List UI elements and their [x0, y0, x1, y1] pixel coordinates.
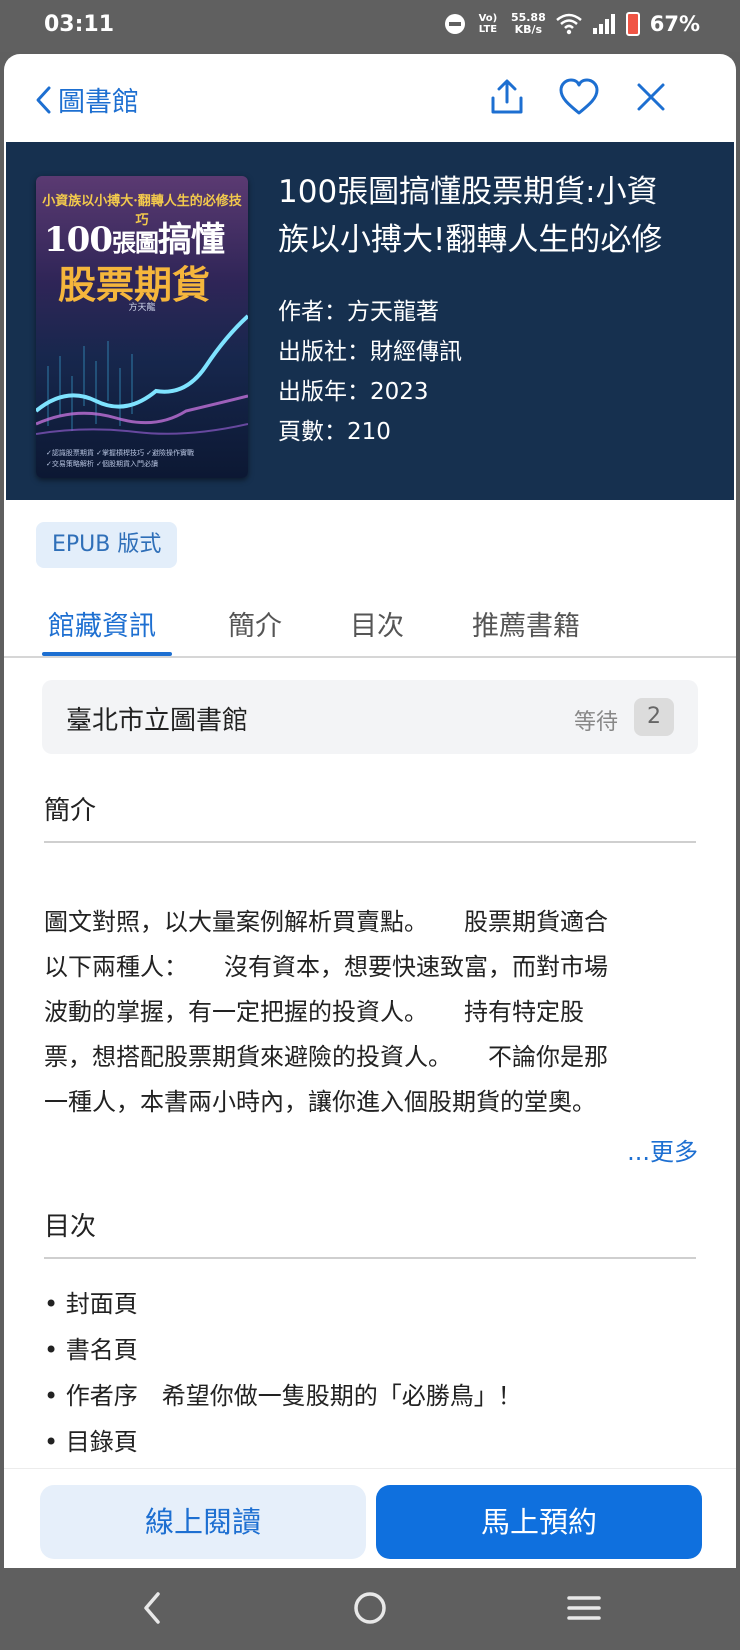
library-name: 臺北市立圖書館 [66, 706, 249, 736]
more-link[interactable]: ...更多 [627, 1132, 698, 1167]
volte-indicator: Vo) LTE [478, 13, 498, 35]
do-not-disturb-icon [444, 14, 465, 34]
toc-item: • 書名頁 [44, 1336, 138, 1364]
bottom-action-bar: 線上閱讀 馬上預約 [4, 1468, 736, 1568]
tab-contents[interactable]: 目次 [350, 604, 404, 643]
cover-footnote-line1: ✓認識股票期貨 ✓掌握槓桿技巧 ✓避險操作實戰 [46, 449, 195, 457]
summary-line: 以下兩種人： 沒有資本，想要快速致富，而對市場 [44, 953, 608, 981]
wait-count-badge: 2 [634, 698, 674, 736]
network-speed: 55.88 KB/s [511, 12, 546, 36]
tab-holdings[interactable]: 館藏資訊 [48, 604, 156, 643]
book-pages: 頁數：210 [278, 419, 391, 445]
battery-icon [625, 12, 640, 36]
system-back-icon[interactable] [140, 1590, 164, 1626]
reserve-button[interactable]: 馬上預約 [376, 1485, 702, 1559]
back-label: 圖書館 [58, 87, 139, 118]
speed-unit: KB/s [514, 23, 543, 36]
system-home-icon[interactable] [352, 1590, 388, 1626]
toc-item: • 目錄頁 [44, 1428, 138, 1456]
top-nav: 圖書館 [4, 54, 736, 140]
status-bar: 03:11 Vo) LTE 55.88 KB/s 67% [0, 0, 740, 52]
book-title-line2: 族以小搏大!翻轉人生的必修 [278, 222, 663, 258]
tab-bar: 館藏資訊 簡介 目次 推薦書籍 [4, 596, 736, 658]
wifi-icon [555, 13, 582, 35]
active-tab-indicator [42, 652, 172, 656]
book-title: 100張圖搞懂股票期貨:小資 族以小搏大!翻轉人生的必修 [278, 168, 718, 264]
tab-summary[interactable]: 簡介 [228, 604, 282, 643]
summary-text: 圖文對照，以大量案例解析買賣點。 股票期貨適合 以下兩種人： 沒有資本，想要快速… [44, 900, 696, 1125]
summary-heading: 簡介 [44, 790, 696, 843]
summary-line: 波動的掌握，有一定把握的投資人。 持有特定股 [44, 998, 584, 1026]
cover-title-small: 張圖 [111, 228, 159, 257]
format-badge: EPUB 版式 [36, 522, 178, 568]
summary-line: 圖文對照，以大量案例解析買賣點。 股票期貨適合 [44, 908, 608, 936]
status-icons: Vo) LTE 55.88 KB/s 67% [444, 12, 700, 36]
heart-icon[interactable] [558, 78, 600, 116]
signal-icon [592, 14, 615, 34]
summary-line: 一種人，本書兩小時內，讓你進入個股期貨的堂奧。 [44, 1088, 596, 1116]
share-icon[interactable] [488, 78, 526, 116]
tab-recommended[interactable]: 推薦書籍 [472, 604, 580, 643]
book-year: 出版年：2023 [278, 379, 429, 405]
close-icon[interactable] [636, 82, 666, 112]
chevron-left-icon [36, 86, 51, 113]
library-holding-row[interactable]: 臺北市立圖書館 等待 2 [42, 680, 698, 754]
status-time: 03:11 [44, 12, 115, 37]
cover-footnote-line2: ✓交易策略解析 ✓個股期貨入門必讀 [46, 460, 158, 468]
book-hero: 小資族以小搏大·翻轉人生的必修技巧 100張圖搞懂 股票期貨 方天龍 ✓認識股票… [6, 142, 734, 500]
book-publisher: 出版社：財經傳訊 [278, 339, 462, 365]
book-author: 作者：方天龍著 [278, 299, 439, 325]
summary-line: 票，想搭配股票期貨來避險的投資人。 不論你是那 [44, 1043, 608, 1071]
toc-heading: 目次 [44, 1206, 696, 1259]
back-button[interactable]: 圖書館 [34, 80, 139, 119]
cover-footnote: ✓認識股票期貨 ✓掌握槓桿技巧 ✓避險操作實戰 ✓交易策略解析 ✓個股期貨入門必… [46, 448, 238, 470]
read-online-button[interactable]: 線上閱讀 [40, 1485, 366, 1559]
toc-item: • 作者序 希望你做一隻股期的「必勝鳥」！ [44, 1382, 522, 1410]
system-nav-bar [0, 1568, 740, 1650]
wait-label: 等待 [573, 710, 618, 735]
system-recents-icon[interactable] [566, 1590, 602, 1626]
battery-percent: 67% [649, 12, 700, 36]
toc-item: • 封面頁 [44, 1290, 138, 1318]
cover-chart-graphic [36, 314, 248, 435]
book-cover: 小資族以小搏大·翻轉人生的必修技巧 100張圖搞懂 股票期貨 方天龍 ✓認識股票… [36, 176, 248, 478]
book-title-line1: 100張圖搞懂股票期貨:小資 [278, 174, 658, 210]
book-detail-sheet: 圖書館 小資族以小搏大·翻轉人生的必修技巧 100張圖搞懂 股票期貨 方天龍 ✓… [4, 54, 736, 1568]
